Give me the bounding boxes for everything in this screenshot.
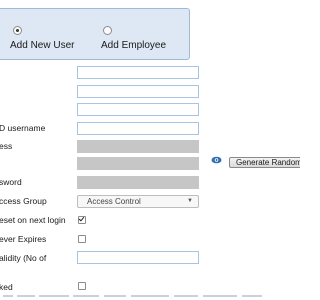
form-input-2[interactable] <box>77 85 199 98</box>
user-type-selector-panel: Add New User Add Employee <box>0 8 190 60</box>
add-new-user-radio[interactable] <box>13 26 22 35</box>
never-expires-label: ever Expires <box>0 234 47 244</box>
address-label: ess <box>0 141 13 151</box>
generated-password-input <box>77 157 199 170</box>
add-user-form-page: Add New User Add Employee D username ess… <box>0 0 300 300</box>
access-group-select[interactable]: Access Control ▼ <box>77 195 199 208</box>
reset-next-login-label: eset on next login <box>0 215 66 225</box>
validity-input[interactable] <box>77 251 199 264</box>
generate-random-button[interactable]: Generate Random <box>229 157 300 168</box>
access-group-value: Access Control <box>87 197 141 206</box>
reset-next-login-checkbox[interactable] <box>78 216 86 224</box>
add-employee-label: Add Employee <box>101 40 167 51</box>
add-new-user-label: Add New User <box>10 40 75 51</box>
address-input <box>77 140 199 153</box>
chevron-down-icon: ▼ <box>187 198 193 204</box>
ad-username-label: D username <box>0 123 46 133</box>
password-label: sword <box>0 177 22 187</box>
form-input-3[interactable] <box>77 103 199 116</box>
access-group-label: ccess Group <box>0 196 47 206</box>
validity-label: alidity (No of <box>0 253 47 263</box>
eye-icon[interactable] <box>211 156 222 164</box>
never-expires-checkbox[interactable] <box>78 235 86 243</box>
password-input <box>77 176 199 189</box>
add-employee-radio[interactable] <box>103 26 112 35</box>
help-text-clipped <box>0 294 300 300</box>
locked-label: ked <box>0 282 13 292</box>
locked-checkbox[interactable] <box>78 282 86 290</box>
ad-username-input[interactable] <box>77 122 199 135</box>
form-input-1[interactable] <box>77 66 199 79</box>
